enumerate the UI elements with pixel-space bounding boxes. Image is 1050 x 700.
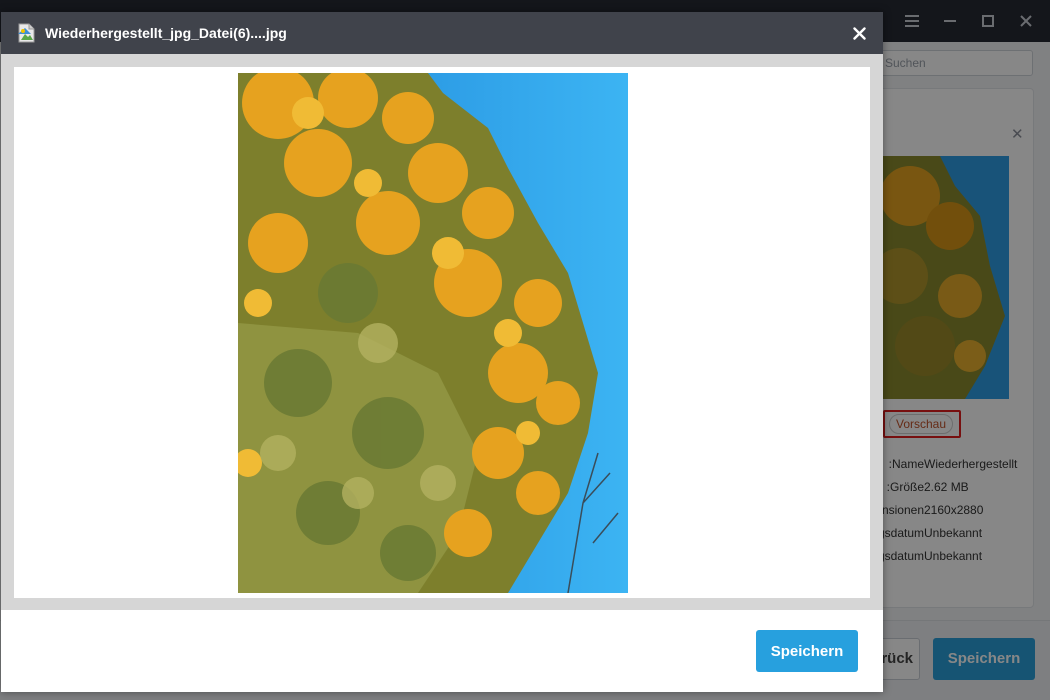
- image-file-icon: [15, 22, 37, 44]
- dialog-title: Wiederhergestellt_jpg_Datei(6)....jpg: [45, 25, 287, 41]
- dialog-header: Wiederhergestellt_jpg_Datei(6)....jpg: [1, 12, 883, 54]
- preview-image: [238, 73, 628, 593]
- dialog-close-icon[interactable]: [847, 21, 871, 45]
- save-button[interactable]: Speichern: [756, 630, 858, 672]
- preview-dialog: Wiederhergestellt_jpg_Datei(6)....jpg Sp…: [1, 12, 883, 692]
- preview-canvas: [14, 67, 870, 598]
- preview-area: [1, 54, 883, 610]
- dialog-footer: Speichern: [1, 610, 883, 692]
